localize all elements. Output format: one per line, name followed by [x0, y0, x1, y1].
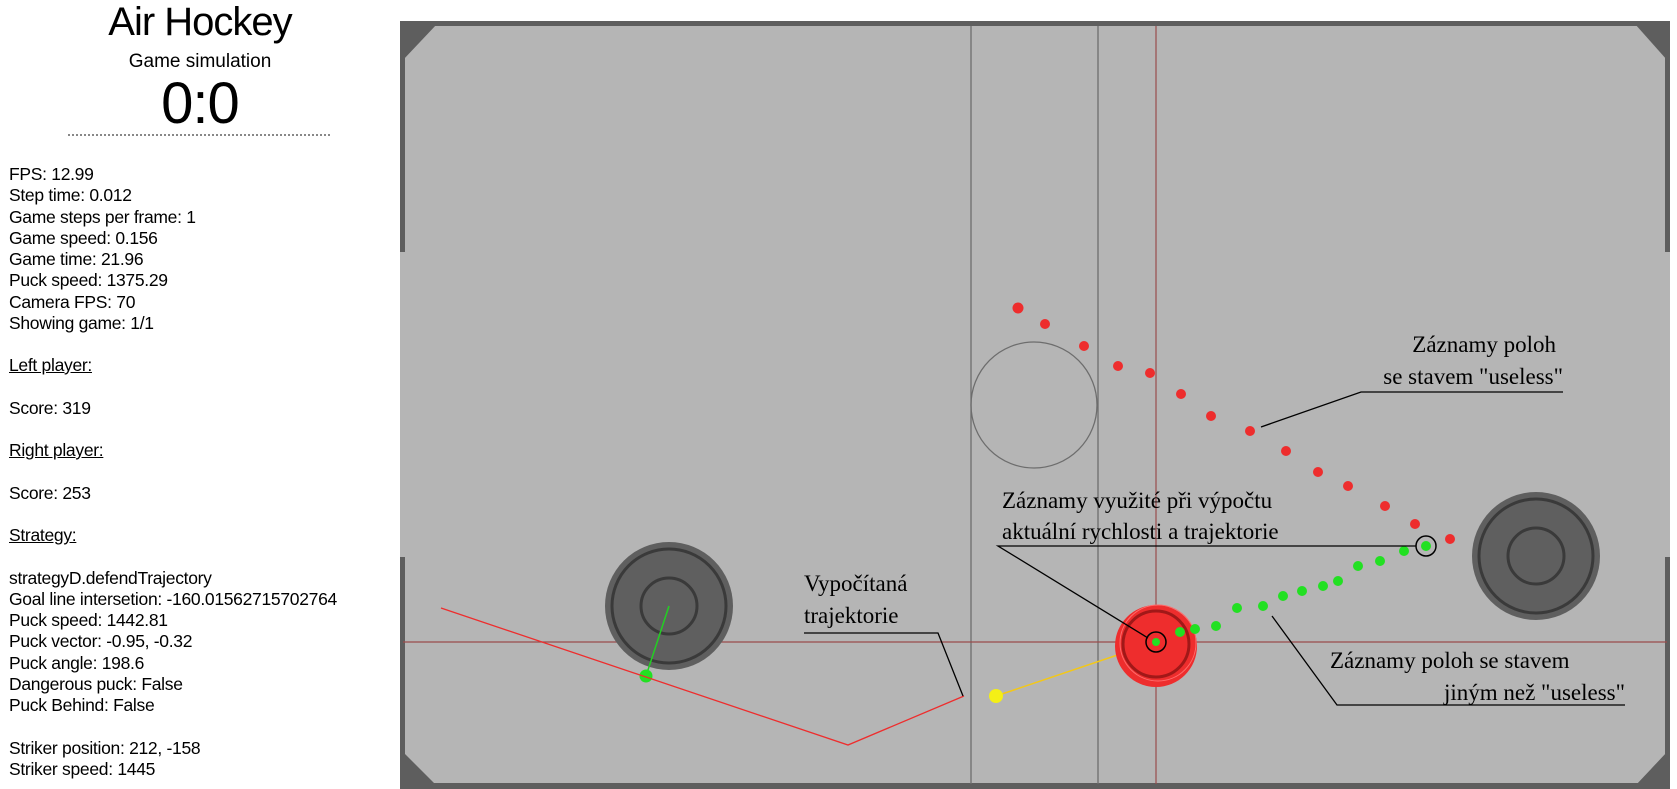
used-point [1297, 586, 1307, 596]
useless-point [1040, 319, 1050, 329]
useless-point [1343, 481, 1353, 491]
useless-point [1445, 534, 1455, 544]
prediction-point [989, 689, 1003, 703]
annotation-trajectory-line2: trajektorie [804, 603, 899, 628]
used-point [1258, 601, 1268, 611]
annotation-other-line2: jiným než "useless" [1443, 680, 1625, 705]
used-point [1421, 541, 1431, 551]
useless-point [1380, 501, 1390, 511]
annotation-useless-line1: Záznamy poloh [1412, 332, 1556, 357]
useless-point [1176, 389, 1186, 399]
table-surface [400, 24, 1670, 788]
used-point [1318, 581, 1328, 591]
useless-point [1410, 519, 1420, 529]
used-point [1278, 591, 1288, 601]
used-point [1232, 603, 1242, 613]
useless-point [1113, 361, 1123, 371]
used-point [1375, 556, 1385, 566]
annotation-other-line1: Záznamy poloh se stavem [1330, 648, 1570, 673]
useless-point [1206, 411, 1216, 421]
annotation-useless-line2: se stavem "useless" [1383, 364, 1563, 389]
used-point [1211, 621, 1221, 631]
used-point [1175, 627, 1185, 637]
useless-point [1245, 426, 1255, 436]
top-rail [400, 21, 1670, 26]
useless-point [1281, 446, 1291, 456]
useless-point [1313, 467, 1323, 477]
used-point [1399, 546, 1409, 556]
puck-icon [1115, 604, 1197, 687]
annotation-used-line2: aktuální rychlosti a trajektorie [1002, 519, 1279, 544]
used-point [1353, 561, 1363, 571]
useless-point [1012, 302, 1024, 314]
annotation-trajectory-line1: Vypočítaná [804, 571, 907, 596]
annotation-used-line1: Záznamy využité při výpočtu [1002, 488, 1273, 513]
used-point [1190, 624, 1200, 634]
game-field: Záznamy poloh se stavem "useless" Záznam… [400, 21, 1670, 789]
useless-point [1145, 368, 1155, 378]
used-point [1333, 576, 1343, 586]
bottom-rail [400, 783, 1670, 789]
useless-point [1079, 341, 1089, 351]
striker-disc-icon [1472, 492, 1600, 620]
